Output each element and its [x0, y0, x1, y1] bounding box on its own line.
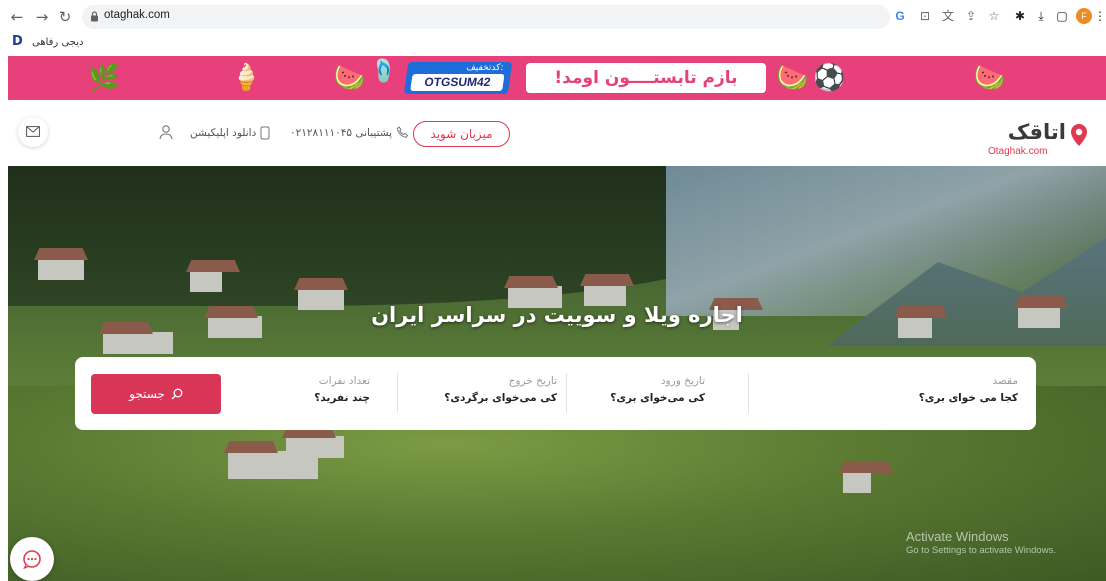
checkout-field[interactable]: تاریخ خروج کی می‌خوای برگردی؟: [444, 375, 557, 404]
mobile-icon: [260, 126, 270, 140]
hero-title: اجاره ویلا و سوییت در سراسر ایران: [371, 303, 743, 327]
messages-button[interactable]: [18, 117, 48, 147]
back-icon[interactable]: ←: [8, 8, 26, 26]
search-box: مقصد کجا می خوای بری؟ تاریخ ورود کی می‌خ…: [75, 357, 1036, 430]
watermelon-icon: 🍉: [333, 63, 366, 93]
search-button-label: جستجو: [129, 387, 165, 401]
share-icon[interactable]: ⇪: [963, 8, 979, 24]
house-image: [38, 258, 84, 280]
download-icon[interactable]: ⤓: [1033, 8, 1049, 24]
field-divider: [566, 373, 567, 413]
search-icon: [171, 388, 183, 400]
palm-leaf-icon: 🌿: [88, 63, 121, 93]
sidepanel-icon[interactable]: ▢: [1054, 8, 1070, 24]
checkin-field[interactable]: تاریخ ورود کی می‌خوای بری؟: [610, 375, 705, 404]
watermark-title: Activate Windows: [906, 529, 1009, 544]
checkout-value: کی می‌خوای برگردی؟: [444, 392, 557, 404]
checkout-label: تاریخ خروج: [508, 375, 557, 387]
banner-slogan: بازم تابستــــون اومد!: [526, 63, 766, 93]
browser-chrome: ← → ↻ otaghak.com G ⊡ 文 ⇪ ☆ ✱ ⤓ ▢ F ⋮ D …: [0, 0, 1106, 54]
address-bar[interactable]: otaghak.com: [82, 5, 890, 29]
star-icon[interactable]: ☆: [986, 8, 1002, 24]
destination-value: کجا می خوای بری؟: [918, 392, 1018, 404]
url-text[interactable]: otaghak.com: [104, 9, 170, 21]
promo-banner[interactable]: 🌿 🍦 🍉 🩴 کدتخفیف: OTGSUM42 بازم تابستــــ…: [8, 56, 1106, 100]
download-app-link[interactable]: دانلود اپلیکیشن: [190, 126, 270, 140]
envelope-icon: [26, 126, 40, 137]
destination-label: مقصد: [992, 375, 1018, 387]
search-button[interactable]: جستجو: [91, 374, 221, 414]
translate-icon[interactable]: 文: [940, 8, 956, 24]
bookmark-label: دیجی رفاهی: [32, 36, 84, 48]
extensions-icon[interactable]: ✱: [1012, 8, 1028, 24]
support-text: پشتیبانی ۰۲۱۲۸۱۱۱۰۴۵: [290, 126, 393, 139]
menu-icon[interactable]: ⋮: [1094, 8, 1106, 24]
forward-icon[interactable]: →: [33, 8, 51, 26]
destination-field[interactable]: مقصد کجا می خوای بری؟: [919, 375, 1018, 404]
house-image: [286, 436, 344, 458]
field-divider: [397, 373, 398, 413]
chat-support-button[interactable]: [10, 537, 54, 581]
logo-subtitle: Otaghak.com: [988, 146, 1048, 157]
watermelon-icon: 🍉: [973, 63, 1006, 93]
house-image: [190, 270, 222, 292]
flip-flop-icon: 🩴: [370, 59, 398, 84]
bookmark-item[interactable]: D دیجی رفاهی: [12, 35, 83, 49]
guests-label: تعداد نفرات: [318, 375, 370, 387]
guests-value: چند نفرید؟: [314, 392, 370, 404]
field-divider: [748, 373, 749, 413]
house-image: [103, 332, 173, 354]
location-pin-icon: [1071, 124, 1087, 146]
house-image: [843, 471, 871, 493]
watermark-subtitle: Go to Settings to activate Windows.: [906, 545, 1056, 556]
watermelon-icon: 🍉: [776, 63, 809, 93]
install-icon[interactable]: ⊡: [917, 8, 933, 24]
checkin-value: کی می‌خوای بری؟: [610, 392, 705, 404]
ice-cream-icon: 🍦: [230, 63, 263, 93]
promo-label: کدتخفیف:: [465, 63, 505, 73]
logo-name: اتاقک: [1007, 120, 1066, 144]
checkin-label: تاریخ ورود: [660, 375, 705, 387]
reload-icon[interactable]: ↻: [56, 8, 74, 26]
user-icon[interactable]: [158, 124, 174, 140]
chat-icon: [23, 550, 41, 569]
site-header: اتاقک Otaghak.com میزبان شوید پشتیبانی ۰…: [0, 100, 1106, 166]
guests-field[interactable]: تعداد نفرات چند نفرید؟: [314, 375, 370, 404]
support-phone[interactable]: پشتیبانی ۰۲۱۲۸۱۱۱۰۴۵: [290, 126, 409, 139]
promo-code-box: کدتخفیف: OTGSUM42: [403, 62, 513, 94]
lock-icon[interactable]: [90, 11, 99, 22]
digikala-icon: D: [12, 34, 23, 49]
download-text: دانلود اپلیکیشن: [190, 127, 257, 139]
windows-watermark: Activate Windows Go to Settings to activ…: [906, 529, 1056, 556]
profile-avatar[interactable]: F: [1076, 8, 1092, 24]
phone-icon: [397, 126, 409, 138]
promo-code: OTGSUM42: [410, 74, 505, 91]
become-host-button[interactable]: میزبان شوید: [413, 121, 510, 147]
beach-ball-icon: ⚽: [813, 63, 846, 93]
google-icon[interactable]: G: [892, 8, 908, 24]
site-logo[interactable]: اتاقک Otaghak.com: [980, 120, 1090, 160]
